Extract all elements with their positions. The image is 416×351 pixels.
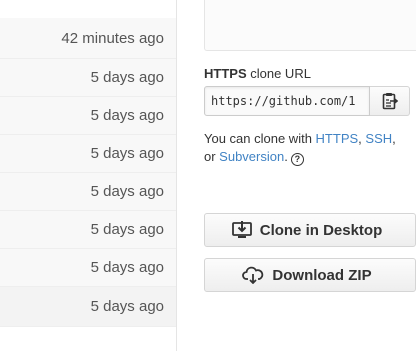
clone-help-suffix: . [284,149,288,164]
file-age-cell: 5 days ago [0,211,176,249]
file-age-cell: 5 days ago [0,97,176,135]
repo-sidebar-view: 42 minutes ago 5 days ago 5 days ago 5 d… [0,0,416,351]
download-zip-label: Download ZIP [272,266,372,284]
file-age-cell: 5 days ago [0,135,176,173]
clone-url-title: HTTPS clone URL [204,66,311,81]
download-zip-button[interactable]: Download ZIP [204,258,416,292]
clone-help-text: You can clone with HTTPS, SSH, or Subver… [204,130,416,166]
file-age-list: 42 minutes ago 5 days ago 5 days ago 5 d… [0,0,176,351]
clone-ssh-link[interactable]: SSH [365,131,392,146]
clone-url-group [204,86,416,116]
clone-url-input[interactable] [204,86,370,116]
desktop-download-icon [231,221,252,238]
clone-panel: HTTPS clone URL You can clone with HTTPS… [204,0,416,351]
sidebar-help-box [204,0,416,51]
clipboard-icon [382,93,398,110]
clone-url-title-rest: clone URL [246,66,311,81]
file-age-cell: 5 days ago [0,59,176,97]
clone-in-desktop-label: Clone in Desktop [259,221,383,239]
cloud-download-icon [242,266,264,284]
clone-help-prefix: You can clone with [204,131,316,146]
file-age-cell: 42 minutes ago [0,18,176,59]
file-age-cell: 5 days ago [0,249,176,287]
clone-protocol-label: HTTPS [204,66,247,81]
clone-subversion-link[interactable]: Subversion [219,149,284,164]
file-age-cell: 5 days ago [0,173,176,211]
question-circle-icon[interactable]: ? [290,153,304,166]
column-divider [176,0,177,351]
clone-help-or: or [204,149,220,164]
clone-https-link[interactable]: HTTPS [316,131,359,146]
copy-url-button[interactable] [370,86,410,116]
clone-help-separator: , [392,131,396,146]
file-age-cell: 5 days ago [0,287,176,327]
clone-in-desktop-button[interactable]: Clone in Desktop [204,213,416,247]
